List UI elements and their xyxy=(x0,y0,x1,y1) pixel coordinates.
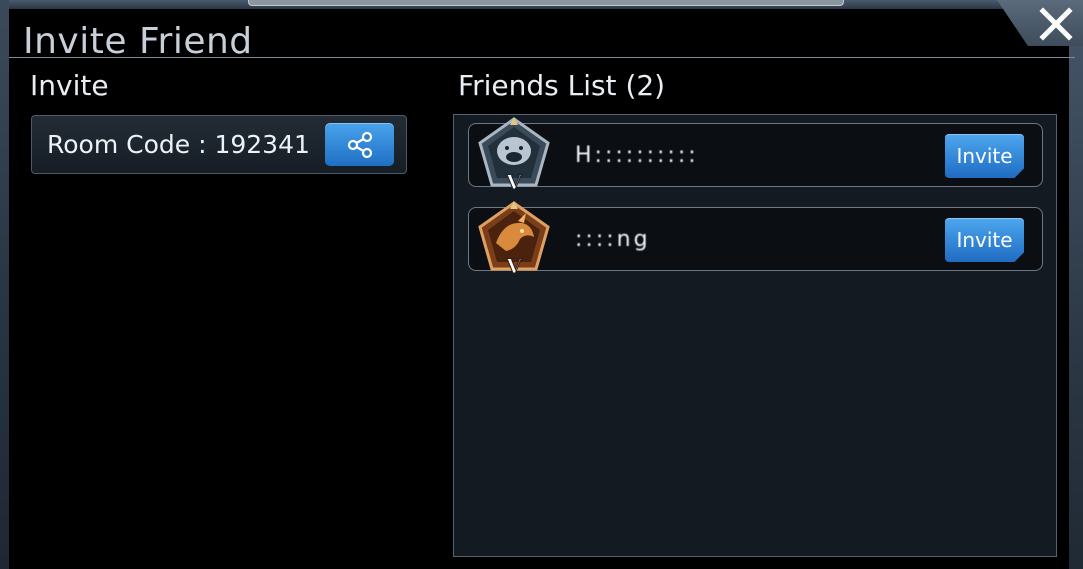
friend-row: V H:::::::::: Invite xyxy=(468,117,1043,195)
invite-button-label: Invite xyxy=(956,144,1013,168)
friend-row: V ::::ng Invite xyxy=(468,201,1043,279)
room-code-box: Room Code : 192341 xyxy=(31,115,407,174)
top-handle xyxy=(248,0,844,6)
invite-section-label: Invite xyxy=(30,69,109,102)
bear-emblem-icon: V xyxy=(478,117,550,195)
invite-button-label: Invite xyxy=(956,228,1013,252)
invite-friend-button[interactable]: Invite xyxy=(945,218,1024,262)
room-code-text: Room Code : 192341 xyxy=(47,130,310,159)
rank-label: V xyxy=(505,170,522,194)
background-right-edge xyxy=(1069,0,1083,569)
friends-list-label: Friends List (2) xyxy=(458,69,666,102)
friends-list-panel[interactable]: V H:::::::::: Invite V ::::ng Invite xyxy=(453,114,1057,557)
share-button[interactable] xyxy=(325,123,394,166)
background-left-edge xyxy=(0,0,9,569)
friend-name: ::::ng xyxy=(575,227,651,252)
dragon-emblem-icon: V xyxy=(478,201,550,279)
rank-label: V xyxy=(505,254,522,278)
friend-name: H:::::::::: xyxy=(575,143,699,168)
window-title: Invite Friend xyxy=(23,21,253,62)
title-bar: Invite Friend xyxy=(9,9,1075,62)
invite-friend-button[interactable]: Invite xyxy=(945,134,1024,178)
close-icon xyxy=(1039,7,1073,41)
share-icon xyxy=(347,131,373,159)
